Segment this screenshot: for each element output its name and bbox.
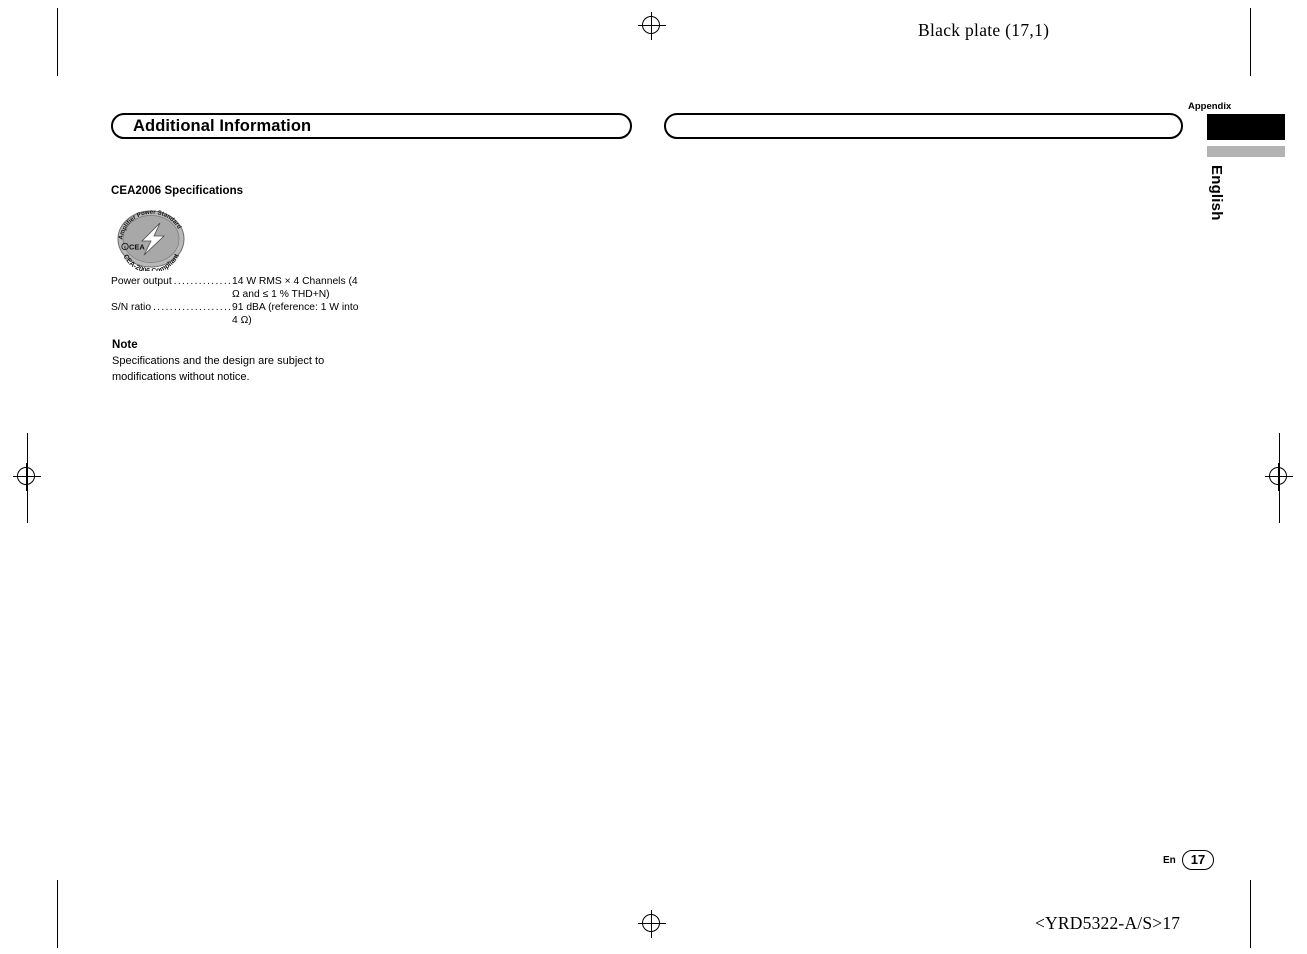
- tab-language-label: English: [1203, 165, 1229, 235]
- spec-dots-power-output: ....................: [173, 276, 232, 287]
- registration-mark-right: [1265, 463, 1293, 491]
- document-code: <YRD5322-A/S>17: [1035, 913, 1181, 933]
- svg-text:CEA: CEA: [129, 243, 145, 252]
- section-title-bar-right: [664, 113, 1183, 139]
- cea-2006-compliant-logo-icon: c CEA Amplifier Power Standard CEA-2006 …: [108, 203, 194, 275]
- page-title: Additional Information: [133, 117, 312, 135]
- specifications-table: Power output .................... 14 W R…: [111, 275, 363, 327]
- registration-mark-bottom: [638, 910, 666, 938]
- crop-line-bottom-right-vertical: [1250, 880, 1252, 948]
- registration-mark-left: [13, 463, 41, 491]
- crop-line-top-left-vertical: [57, 8, 59, 76]
- note-text: Specifications and the design are subjec…: [112, 355, 325, 383]
- table-row: Power output .................... 14 W R…: [111, 275, 363, 301]
- black-plate-label: Black plate (17,1): [918, 20, 1050, 40]
- spec-dots-sn-ratio: .........................: [153, 302, 232, 313]
- spec-value-power-output: 14 W RMS × 4 Channels (4 Ω and ≤ 1 % THD…: [232, 276, 358, 300]
- note-heading: Note: [112, 339, 138, 351]
- spec-label-power-output: Power output: [111, 276, 172, 287]
- tab-appendix-label: Appendix: [1188, 101, 1232, 112]
- page-number: 17: [1181, 850, 1215, 870]
- page-language-code: En: [1163, 854, 1176, 866]
- registration-mark-top: [638, 12, 666, 40]
- spec-value-sn-ratio: 91 dBA (reference: 1 W into 4 Ω): [232, 302, 359, 326]
- tab-marker-black: [1207, 114, 1285, 140]
- cea2006-heading: CEA2006 Specifications: [111, 185, 244, 197]
- page-number-group: En 17: [1163, 849, 1215, 871]
- table-row: S/N ratio ......................... 91 d…: [111, 301, 363, 327]
- crop-line-top-right-vertical: [1250, 8, 1252, 76]
- tab-language-text: English: [1208, 165, 1225, 221]
- crop-line-bottom-left-vertical: [57, 880, 59, 948]
- spec-label-sn-ratio: S/N ratio: [111, 302, 152, 313]
- svg-text:c: c: [124, 246, 126, 250]
- tab-marker-gray: [1207, 146, 1285, 157]
- section-title-bar-left: Additional Information: [111, 113, 632, 139]
